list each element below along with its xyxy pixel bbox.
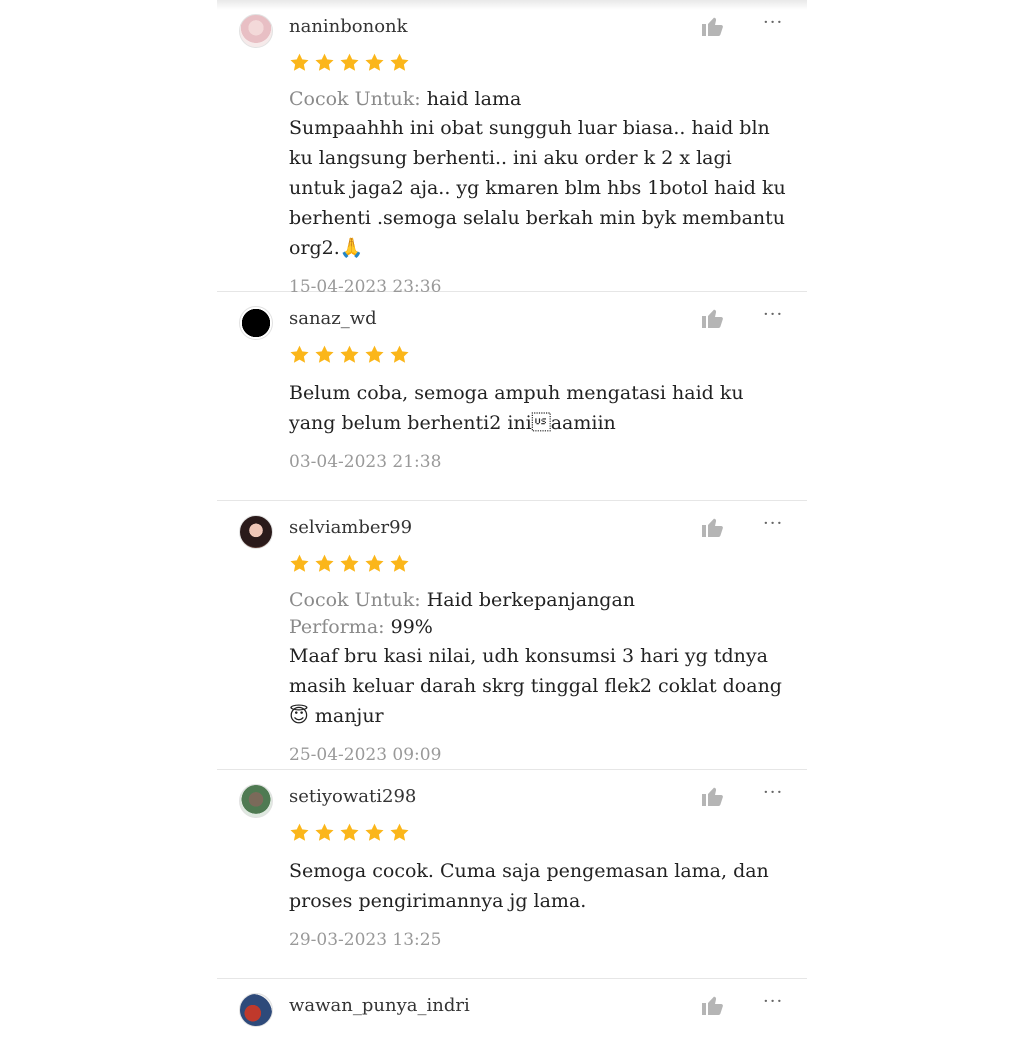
halo-face-emoji: 😇 xyxy=(289,705,309,727)
star-icon xyxy=(315,345,334,363)
star-icon xyxy=(290,53,309,71)
review-text: Maaf bru kasi nilai, udh konsumsi 3 hari… xyxy=(289,641,789,731)
star-icon xyxy=(340,53,359,71)
review-item: wawan_punya_indri ··· xyxy=(217,979,807,1039)
thumbs-up-icon[interactable] xyxy=(699,993,725,1017)
attribute-row: Cocok Untuk: haid lama xyxy=(289,86,789,113)
star-icon xyxy=(315,823,334,841)
avatar[interactable] xyxy=(239,306,273,340)
review-date: 03-04-2023 21:38 xyxy=(289,452,442,472)
star-icon xyxy=(340,823,359,841)
star-icon xyxy=(365,53,384,71)
attribute-value: haid lama xyxy=(426,88,522,110)
review-text: Semoga cocok. Cuma saja pengemasan lama,… xyxy=(289,860,769,912)
attribute-label: Performa: xyxy=(289,616,385,638)
more-options-icon[interactable]: ··· xyxy=(763,991,783,1012)
thumbs-up-icon[interactable] xyxy=(699,14,725,38)
review-username[interactable]: selviamber99 xyxy=(289,517,412,538)
star-icon xyxy=(290,345,309,363)
star-icon xyxy=(340,345,359,363)
review-text-tail: manjur xyxy=(308,705,384,727)
review-username[interactable]: naninbononk xyxy=(289,16,408,37)
review-date: 29-03-2023 13:25 xyxy=(289,930,442,950)
star-icon xyxy=(340,554,359,572)
more-options-icon[interactable]: ··· xyxy=(763,12,783,33)
star-icon xyxy=(390,53,409,71)
thumbs-up-icon[interactable] xyxy=(699,515,725,539)
star-icon xyxy=(365,345,384,363)
attribute-value: 99% xyxy=(390,616,433,638)
more-options-icon[interactable]: ··· xyxy=(763,513,783,534)
star-icon xyxy=(290,823,309,841)
thumbs-up-icon[interactable] xyxy=(699,306,725,330)
more-options-icon[interactable]: ··· xyxy=(763,782,783,803)
review-list: naninbononk ··· Cocok Untuk: haid lama S… xyxy=(217,0,807,1039)
star-icon xyxy=(390,823,409,841)
avatar[interactable] xyxy=(239,993,273,1027)
star-icon xyxy=(365,554,384,572)
review-body: Cocok Untuk: haid lama Sumpaahhh ini oba… xyxy=(289,86,789,297)
praying-hands-emoji: 🙏 xyxy=(339,237,364,259)
review-username[interactable]: sanaz_wd xyxy=(289,308,377,329)
star-icon xyxy=(365,823,384,841)
rating-stars xyxy=(289,344,410,365)
review-text: Sumpaahhh ini obat sungguh luar biasa.. … xyxy=(289,113,789,263)
more-options-icon[interactable]: ··· xyxy=(763,304,783,325)
avatar[interactable] xyxy=(239,14,273,48)
attribute-value: Haid berkepanjangan xyxy=(426,589,636,611)
review-item: naninbononk ··· Cocok Untuk: haid lama S… xyxy=(217,0,807,297)
review-text-content: Maaf bru kasi nilai, udh konsumsi 3 hari… xyxy=(289,645,782,697)
review-text-content: Sumpaahhh ini obat sungguh luar biasa.. … xyxy=(289,117,786,259)
review-body: Cocok Untuk: Haid berkepanjangan Perform… xyxy=(289,587,789,765)
star-icon xyxy=(390,554,409,572)
attribute-row: Performa: 99% xyxy=(289,614,789,641)
star-icon xyxy=(290,554,309,572)
review-username[interactable]: setiyowati298 xyxy=(289,786,416,807)
rating-stars xyxy=(289,822,410,843)
thumbs-up-icon[interactable] xyxy=(699,784,725,808)
review-username[interactable]: wawan_punya_indri xyxy=(289,995,470,1016)
review-item: setiyowati298 ··· Semoga cocok. Cuma saj… xyxy=(217,770,807,979)
avatar[interactable] xyxy=(239,515,273,549)
rating-stars xyxy=(289,553,410,574)
attribute-label: Cocok Untuk: xyxy=(289,589,421,611)
rating-stars xyxy=(289,52,410,73)
star-icon xyxy=(315,554,334,572)
star-icon xyxy=(315,53,334,71)
star-icon xyxy=(390,345,409,363)
avatar[interactable] xyxy=(239,784,273,818)
review-date: 25-04-2023 09:09 xyxy=(289,745,442,765)
review-body: Semoga cocok. Cuma saja pengemasan lama,… xyxy=(289,856,789,950)
review-item: sanaz_wd ··· Belum coba, semoga ampuh me… xyxy=(217,292,807,501)
attribute-label: Cocok Untuk: xyxy=(289,88,421,110)
attribute-row: Cocok Untuk: Haid berkepanjangan xyxy=(289,587,789,614)
review-body: Belum coba, semoga ampuh mengatasi haid … xyxy=(289,378,789,472)
review-item: selviamber99 ··· Cocok Untuk: Haid berke… xyxy=(217,501,807,770)
review-text: Belum coba, semoga ampuh mengatasi haid … xyxy=(289,382,744,434)
